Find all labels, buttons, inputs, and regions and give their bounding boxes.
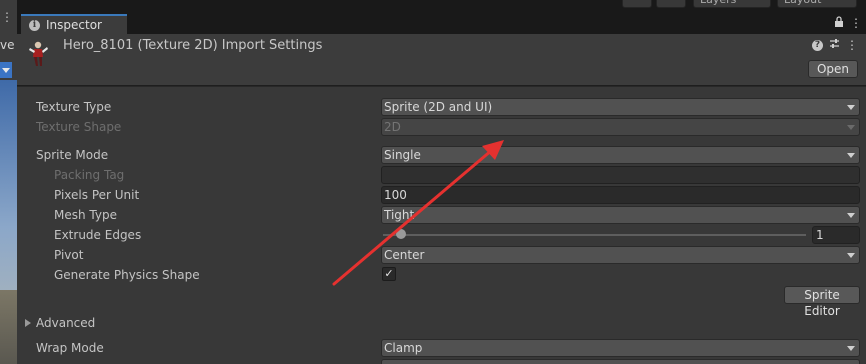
mesh-type-dropdown[interactable]: Tight [381,206,860,224]
pivot-row: Pivot Center [17,245,866,265]
scene-dropdown[interactable] [0,62,12,78]
layout-dropdown[interactable]: Layout [777,0,857,8]
layers-dropdown[interactable]: Layers [693,0,771,8]
packing-tag-row: Packing Tag [17,165,866,185]
pixels-per-unit-value: 100 [384,188,407,202]
pixels-per-unit-row: Pixels Per Unit 100 [17,185,866,205]
mesh-type-label: Mesh Type [54,208,117,222]
chevron-down-icon [847,346,855,351]
scene-view-edge: ⋮ ve [0,0,17,364]
advanced-label: Advanced [36,316,96,330]
texture-thumbnail [29,41,48,66]
mesh-type-row: Mesh Type Tight [17,205,866,225]
pivot-label: Pivot [54,248,84,262]
texture-shape-value: 2D [384,120,401,134]
wrap-mode-label: Wrap Mode [36,341,104,355]
texture-type-dropdown[interactable]: Sprite (2D and UI) [381,98,860,116]
lock-icon[interactable] [834,16,844,31]
sprite-mode-dropdown[interactable]: Single [381,146,860,164]
tab-menu-icon[interactable]: ⋮ [850,16,862,31]
scene-ground [0,290,17,364]
chevron-down-icon [847,153,855,158]
filter-mode-dropdown[interactable] [381,359,860,364]
wrap-mode-dropdown[interactable]: Clamp [381,339,860,357]
texture-shape-label: Texture Shape [36,120,122,134]
tab-bar: i Inspector ⋮ [17,12,866,34]
generate-physics-shape-label: Generate Physics Shape [54,268,200,282]
tab-label: Inspector [46,18,102,32]
texture-type-value: Sprite (2D and UI) [384,100,493,114]
sprite-editor-row: Sprite Editor [17,286,866,318]
scene-sky [0,80,17,290]
chevron-right-icon [25,319,31,327]
extrude-edges-label: Extrude Edges [54,228,142,242]
sprite-mode-label: Sprite Mode [36,148,109,162]
sprite-mode-row: Sprite Mode Single [17,145,866,165]
extrude-edges-input[interactable]: 1 [812,226,860,244]
advanced-foldout[interactable]: Advanced [17,313,866,333]
open-button[interactable]: Open [807,60,858,78]
texture-shape-dropdown: 2D [381,118,860,136]
search-button[interactable] [656,0,686,8]
checkmark-icon: ✓ [384,267,394,280]
packing-tag-label: Packing Tag [54,168,125,182]
scene-partial-label: ve [0,38,15,52]
texture-type-label: Texture Type [36,100,112,114]
help-icon[interactable]: ? [812,39,823,51]
chevron-down-icon [847,105,855,110]
tab-inspector[interactable]: i Inspector [21,14,127,34]
wrap-mode-value: Clamp [384,341,423,355]
extrude-edges-slider-track[interactable] [383,234,806,236]
asset-title: Hero_8101 (Texture 2D) Import Settings [63,38,323,53]
extrude-edges-value: 1 [816,228,824,242]
pixels-per-unit-label: Pixels Per Unit [54,188,140,202]
generate-physics-shape-row: Generate Physics Shape ✓ [17,265,866,285]
pixels-per-unit-input[interactable]: 100 [381,186,860,204]
presets-icon[interactable] [829,38,840,52]
extrude-edges-slider-thumb[interactable] [396,229,406,239]
chevron-down-icon [847,125,855,130]
top-toolbar: Layers Layout [0,0,866,12]
sprite-editor-button[interactable]: Sprite Editor [784,286,860,318]
history-button[interactable] [622,0,652,8]
texture-type-row: Texture Type Sprite (2D and UI) [17,97,866,117]
packing-tag-input[interactable] [381,166,860,184]
inspector-header: Hero_8101 (Texture 2D) Import Settings ?… [17,34,866,86]
wrap-mode-row: Wrap Mode Clamp [17,338,866,358]
info-icon: i [29,19,40,31]
chevron-down-icon [847,213,855,218]
import-settings-body: Texture Type Sprite (2D and UI) Texture … [17,87,866,364]
pivot-value: Center [384,248,425,262]
header-menu-icon[interactable]: ⋮ [846,38,858,52]
mesh-type-value: Tight [384,208,415,222]
chevron-down-icon [847,253,855,258]
filter-mode-row-partial [17,358,866,364]
pivot-dropdown[interactable]: Center [381,246,860,264]
extrude-edges-row: Extrude Edges 1 [17,225,866,245]
generate-physics-shape-checkbox[interactable]: ✓ [382,267,396,281]
sprite-mode-value: Single [384,148,421,162]
texture-shape-row: Texture Shape 2D [17,117,866,137]
more-options-icon[interactable]: ⋮ [1,11,13,23]
